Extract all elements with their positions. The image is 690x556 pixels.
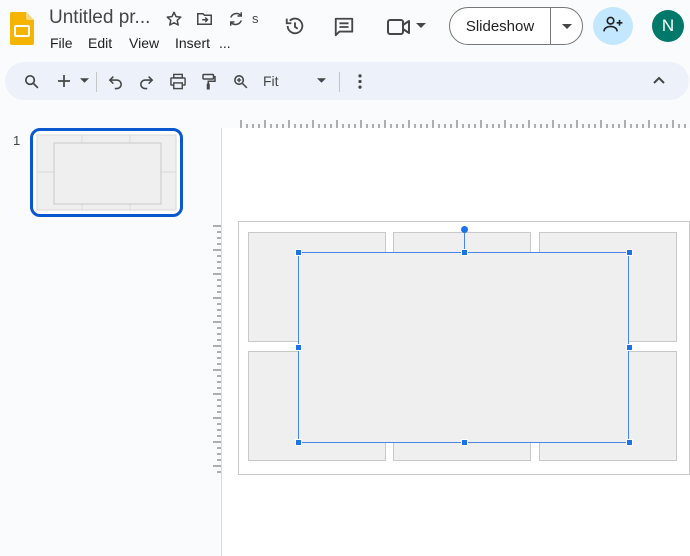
slideshow-dropdown-button[interactable] bbox=[551, 8, 582, 44]
chevron-down-icon[interactable] bbox=[80, 78, 89, 84]
resize-handle-bottom-left[interactable] bbox=[295, 439, 302, 446]
redo-icon[interactable] bbox=[138, 73, 155, 90]
paint-format-icon[interactable] bbox=[201, 73, 217, 91]
avatar[interactable]: N bbox=[652, 10, 684, 42]
rotation-handle[interactable] bbox=[461, 226, 468, 233]
resize-handle-bottom[interactable] bbox=[461, 439, 468, 446]
share-button[interactable] bbox=[593, 7, 633, 45]
slide-number: 1 bbox=[13, 133, 21, 148]
add-person-icon bbox=[603, 15, 623, 38]
vertical-ruler bbox=[213, 225, 221, 473]
undo-icon[interactable] bbox=[107, 73, 124, 90]
chevron-down-icon[interactable] bbox=[317, 78, 326, 84]
menu-view[interactable]: View bbox=[129, 35, 159, 51]
zoom-select[interactable]: Fit bbox=[263, 73, 279, 89]
resize-handle-left[interactable] bbox=[295, 344, 302, 351]
slideshow-button[interactable]: Slideshow bbox=[450, 8, 551, 44]
print-icon[interactable] bbox=[169, 73, 187, 90]
menu-file[interactable]: File bbox=[50, 35, 73, 51]
video-call-icon[interactable] bbox=[386, 17, 412, 37]
resize-handle-right[interactable] bbox=[626, 344, 633, 351]
comment-icon[interactable] bbox=[333, 16, 355, 38]
chevron-down-icon[interactable] bbox=[416, 22, 426, 30]
move-folder-icon[interactable] bbox=[195, 10, 214, 28]
plus-icon[interactable] bbox=[56, 73, 72, 89]
zoom-icon[interactable] bbox=[232, 73, 249, 90]
document-title[interactable]: Untitled pr... bbox=[49, 7, 150, 29]
toolbar-divider bbox=[96, 72, 97, 92]
search-icon[interactable] bbox=[23, 73, 40, 90]
more-vertical-icon[interactable] bbox=[352, 73, 368, 90]
chevron-down-icon bbox=[561, 17, 572, 35]
menu-overflow[interactable]: ... bbox=[219, 35, 231, 51]
star-icon[interactable] bbox=[165, 10, 183, 28]
menu-insert[interactable]: Insert bbox=[175, 35, 210, 51]
cut-label: s bbox=[252, 11, 259, 26]
slideshow-button-group[interactable]: Slideshow bbox=[449, 7, 583, 45]
resize-handle-top[interactable] bbox=[461, 249, 468, 256]
sync-icon[interactable] bbox=[227, 10, 245, 28]
chevron-up-icon[interactable] bbox=[652, 75, 666, 85]
resize-handle-top-left[interactable] bbox=[295, 249, 302, 256]
selected-shape[interactable] bbox=[298, 252, 629, 443]
menu-edit[interactable]: Edit bbox=[88, 35, 112, 51]
horizontal-ruler bbox=[240, 120, 686, 128]
slides-logo-icon[interactable] bbox=[10, 12, 34, 45]
resize-handle-bottom-right[interactable] bbox=[626, 439, 633, 446]
history-icon[interactable] bbox=[284, 15, 306, 37]
slide-thumbnail[interactable] bbox=[30, 128, 183, 217]
resize-handle-top-right[interactable] bbox=[626, 249, 633, 256]
toolbar-divider bbox=[339, 72, 340, 92]
